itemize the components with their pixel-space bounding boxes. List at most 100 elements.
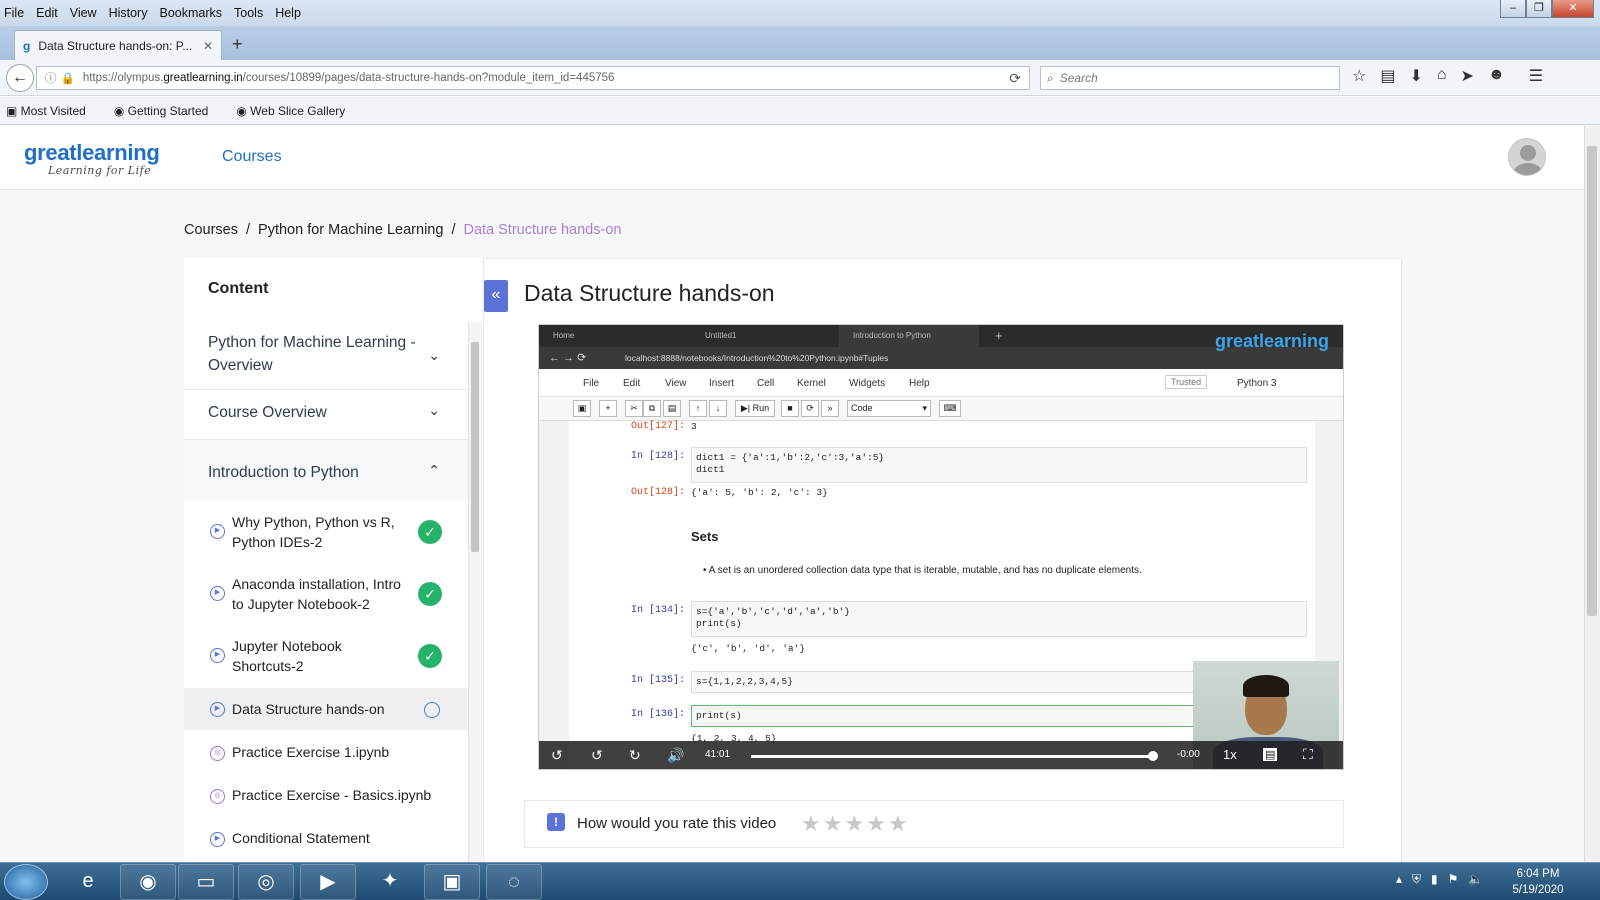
network-icon[interactable]: ▮ [1431, 872, 1438, 887]
explorer-folder-icon[interactable]: ▭ [178, 864, 234, 900]
rating-card: ! How would you rate this video ★★★★★ [524, 800, 1344, 848]
star-icon[interactable]: ★ [823, 811, 845, 836]
bookmark-getting-started[interactable]: ◉ Getting Started [114, 104, 223, 118]
volume-icon[interactable]: 🔈 [1468, 872, 1483, 887]
browser-tab[interactable]: g Data Structure hands-on: P... ✕ [14, 30, 222, 60]
progress-knob[interactable] [1147, 751, 1158, 761]
minimize-button[interactable]: – [1500, 0, 1526, 18]
screen-app-icon[interactable]: ▣ [424, 864, 480, 900]
forward-icon[interactable]: ↻ [629, 747, 641, 764]
url-bar[interactable]: ⓘ 🔒 https://olympus. greatlearning.in/cou… [36, 66, 1030, 90]
star-icon[interactable]: ★ [888, 811, 910, 836]
arrow-down-icon: ↓ [709, 400, 727, 417]
list-item[interactable]: ◎ Practice Exercise 1.ipynb [184, 742, 468, 770]
speed-button[interactable]: 1x [1223, 747, 1237, 762]
sets-heading: Sets [691, 529, 719, 544]
firefox-icon[interactable]: ◉ [120, 864, 176, 900]
star-icon[interactable]: ★ [844, 811, 866, 836]
menu-history[interactable]: History [109, 6, 148, 20]
menu-tools[interactable]: Tools [234, 6, 263, 20]
star-rating[interactable]: ★★★★★ [801, 811, 910, 837]
breadcrumb-current: Data Structure hands-on [463, 222, 622, 238]
breadcrumb-courses[interactable]: Courses [184, 222, 238, 238]
sidebar-scroll-thumb[interactable] [471, 342, 479, 552]
star-icon[interactable]: ★ [801, 811, 823, 836]
replay-icon[interactable]: ↺ [551, 747, 563, 764]
greatlearning-logo[interactable]: greatlearning [24, 140, 160, 166]
chat-icon[interactable]: ☻ [1488, 66, 1505, 86]
collapse-sidebar-button[interactable]: « [484, 280, 508, 312]
play-icon: ▶ [210, 524, 225, 539]
star-icon[interactable]: ★ [866, 811, 888, 836]
bookmark-label: Getting Started [127, 103, 209, 118]
list-item-current[interactable]: ▶ Data Structure hands-on [184, 688, 468, 730]
jupyter-menu-item: View [665, 378, 687, 389]
show-hidden-icon[interactable]: ▴ [1396, 872, 1402, 887]
progress-bar[interactable] [751, 755, 1153, 758]
paste-icon: ▤ [663, 400, 681, 417]
home-icon[interactable]: ⌂ [1437, 66, 1447, 86]
list-item[interactable]: ◎ Practice Exercise - Basics.ipynb [184, 785, 468, 813]
chevron-down-icon: ⌄ [428, 402, 440, 418]
item-label: Conditional Statement [232, 830, 370, 846]
security-icon[interactable]: ⛨ [1412, 872, 1421, 887]
volume-icon[interactable]: 🔊 [667, 747, 684, 764]
menu-help[interactable]: Help [275, 6, 301, 20]
reading-list-icon[interactable]: ▤ [1380, 66, 1395, 86]
video-tab: Home [553, 331, 575, 340]
media-player-icon[interactable]: ▶ [300, 864, 356, 900]
fullscreen-icon[interactable]: ⛶ [1303, 746, 1313, 763]
maximize-button[interactable]: ❐ [1526, 0, 1552, 18]
video-tab-active: Introduction to Python [839, 325, 979, 347]
arrow-up-icon: ↑ [689, 400, 707, 417]
restart-icon: ⟳ [801, 400, 819, 417]
menu-file[interactable]: File [4, 6, 24, 20]
video-player[interactable]: Home Untitled1 Introduction to Python + … [538, 324, 1344, 770]
close-window-button[interactable]: ✕ [1552, 0, 1594, 18]
ie-icon[interactable]: e [60, 864, 116, 900]
list-item[interactable]: ▶ Conditional Statement [184, 828, 468, 856]
menu-view[interactable]: View [70, 6, 97, 20]
bookmark-most-visited[interactable]: ▣ Most Visited [6, 104, 100, 118]
notebook-icon: ◎ [210, 746, 225, 761]
reload-icon[interactable]: ⟳ [1009, 70, 1021, 87]
close-tab-icon[interactable]: ✕ [203, 39, 213, 53]
menu-bookmarks[interactable]: Bookmarks [159, 6, 222, 20]
list-item[interactable]: ▶ Anaconda installation, Intro to Jupyte… [184, 574, 468, 618]
menu-edit[interactable]: Edit [36, 6, 58, 20]
page-scroll-thumb[interactable] [1587, 146, 1597, 616]
section-intro-python[interactable]: Introduction to Python ⌃ [184, 440, 468, 500]
complete-check-icon: ✓ [418, 582, 442, 606]
hamburger-menu-icon[interactable]: ☰ [1529, 66, 1543, 86]
bookmark-web-slice-gallery[interactable]: ◉ Web Slice Gallery [236, 104, 359, 118]
app-icon[interactable]: ✦ [362, 864, 418, 900]
url-prefix: https://olympus. [82, 72, 164, 84]
avatar[interactable] [1508, 138, 1546, 176]
captions-icon[interactable]: ▤ [1263, 748, 1278, 761]
section-overview[interactable]: Python for Machine Learning - Overview ⌄ [184, 322, 468, 390]
jupyter-icon[interactable]: ◌ [486, 864, 542, 900]
chrome-icon[interactable]: ◎ [238, 864, 294, 900]
section-course-overview[interactable]: Course Overview ⌄ [184, 390, 468, 440]
system-clock[interactable]: 6:04 PM 5/19/2020 [1498, 866, 1578, 898]
page-title: Data Structure hands-on [524, 280, 775, 306]
download-icon[interactable]: ⬇ [1409, 66, 1422, 86]
code-line: print(s) [696, 618, 742, 629]
list-item[interactable]: ▶ Why Python, Python vs R, Python IDEs-2… [184, 512, 468, 556]
rewind-icon[interactable]: ↺ [591, 747, 603, 764]
new-tab-button[interactable]: + [232, 34, 243, 55]
flag-icon[interactable]: ⚑ [1448, 872, 1459, 887]
star-icon[interactable]: ☆ [1352, 66, 1366, 86]
back-button[interactable]: ← [6, 64, 34, 92]
info-icon[interactable]: ⓘ [45, 70, 57, 86]
output-prompt: Out[128]: [630, 487, 685, 498]
code-line: dict1 [696, 464, 725, 475]
tab-title: Data Structure hands-on: P... [38, 38, 193, 53]
breadcrumb-course[interactable]: Python for Machine Learning [258, 222, 443, 238]
search-input[interactable]: ⌕ Search [1040, 66, 1340, 90]
list-item[interactable]: ▶ Jupyter Notebook Shortcuts-2 ✓ [184, 636, 468, 680]
start-button[interactable] [4, 864, 48, 900]
send-icon[interactable]: ➤ [1461, 66, 1474, 86]
code-cell: dict1 = {'a':1,'b':2,'c':3,'a':5} dict1 [691, 447, 1307, 483]
nav-courses-link[interactable]: Courses [222, 148, 282, 166]
